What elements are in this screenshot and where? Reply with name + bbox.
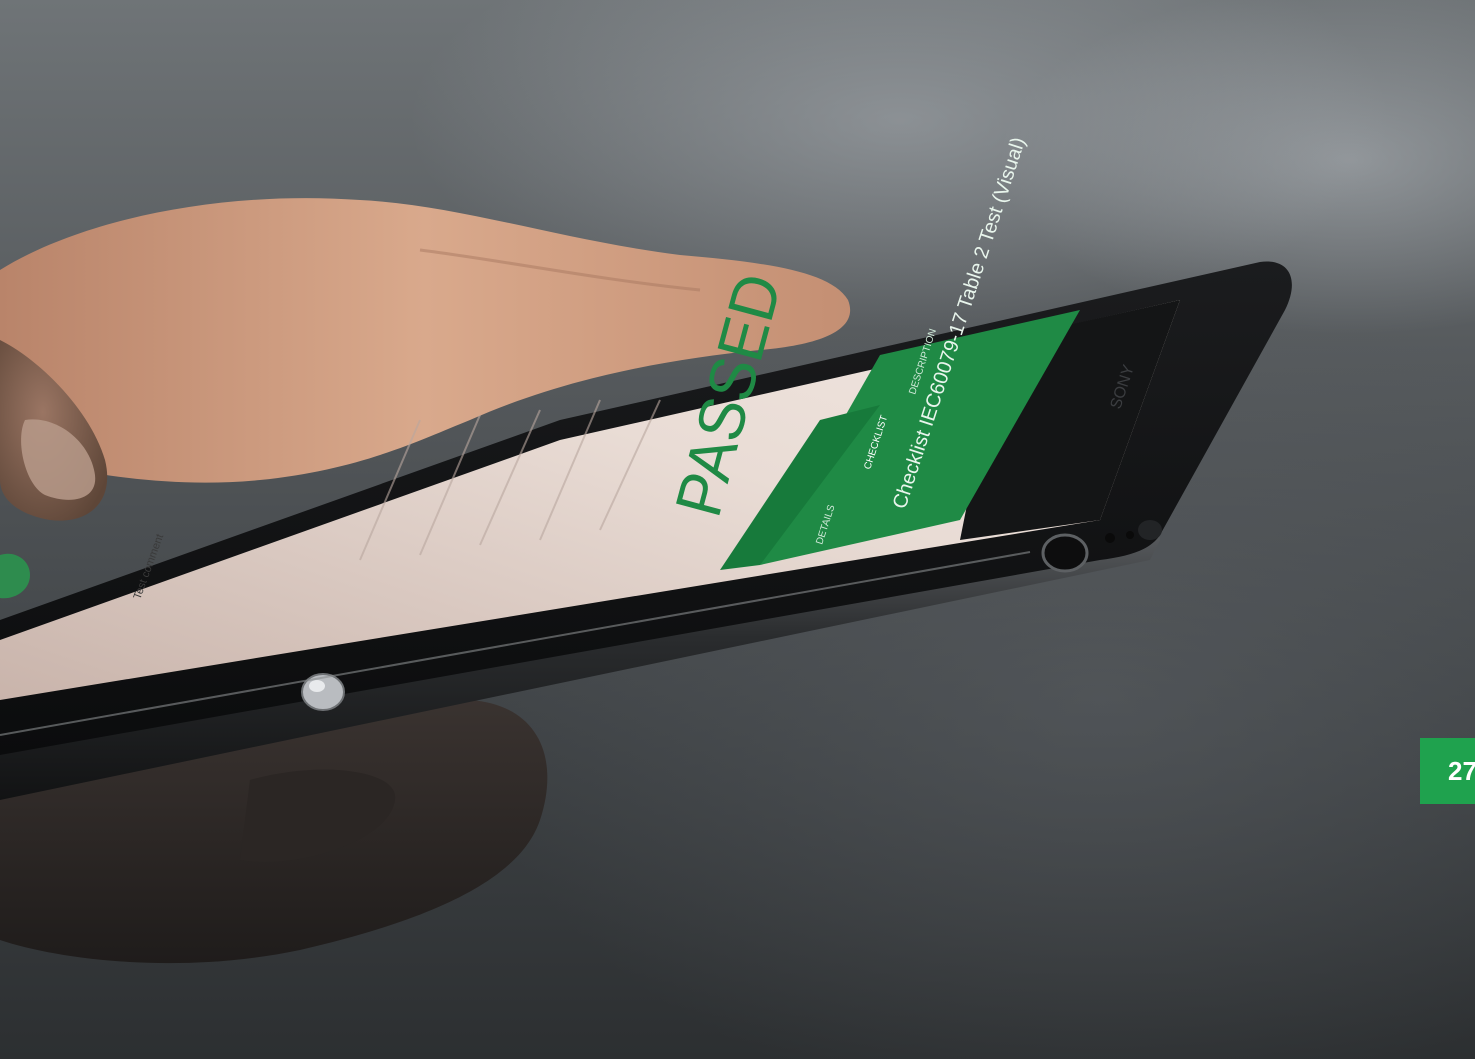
port-dot-1	[1105, 533, 1115, 543]
page-number-badge: 27	[1420, 738, 1475, 804]
page-number: 27	[1448, 756, 1475, 786]
port-dot-2	[1126, 531, 1134, 539]
headphone-jack	[1041, 533, 1089, 573]
hand-holding-tablet-photo: Checklist IEC60079-17 Table 2 Test (Visu…	[0, 135, 1292, 964]
green-icon-partial	[0, 553, 30, 599]
photo-scene: Checklist IEC60079-17 Table 2 Test (Visu…	[0, 0, 1475, 1059]
power-button-highlight	[309, 680, 325, 692]
tablet-corner	[1138, 520, 1162, 540]
